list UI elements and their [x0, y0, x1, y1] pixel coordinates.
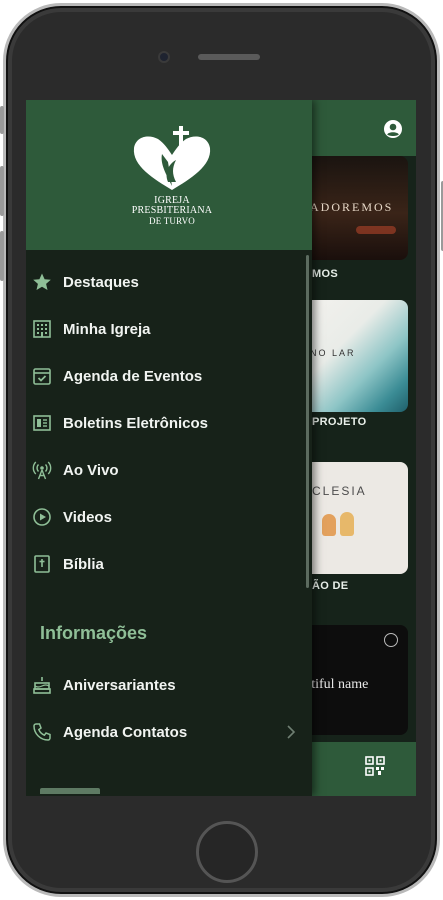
menu-item-label: Aniversariantes	[63, 676, 176, 694]
menu-item-label: Agenda Contatos	[63, 723, 188, 741]
volume-down-button	[0, 231, 4, 281]
volume-up-button	[0, 166, 4, 216]
menu-item-biblia[interactable]: Bíblia	[26, 542, 312, 586]
stage-light	[356, 226, 396, 234]
content-card[interactable]: CLESIA	[296, 462, 408, 574]
menu-item-ao-vivo[interactable]: Ao Vivo	[26, 448, 312, 492]
card-label: MOS	[312, 268, 338, 280]
illustration-person	[322, 514, 336, 536]
card-title: ADOREMOS	[310, 200, 394, 214]
menu-item-minha-igreja[interactable]: Minha Igreja	[26, 307, 312, 351]
logo-text-line3: DE TURVO	[149, 216, 195, 226]
brand-icon	[384, 633, 398, 647]
menu-item-label: Ao Vivo	[63, 461, 119, 479]
drawer-header: IGREJA PRESBITERIANA DE TURVO	[26, 100, 312, 250]
newspaper-icon	[31, 412, 53, 434]
navigation-drawer: IGREJA PRESBITERIANA DE TURVO Destaques …	[26, 100, 312, 796]
logo-emblem-icon	[133, 126, 211, 190]
menu-item-label: Minha Igreja	[63, 320, 151, 338]
card-label: ÃO DE	[312, 580, 349, 592]
play-icon	[31, 506, 53, 528]
menu-item-label: Bíblia	[63, 555, 104, 573]
screen: ADOREMOS MOS NO LAR PROJETO CLESIA ÃO DE…	[26, 100, 416, 796]
menu-item-destaques[interactable]: Destaques	[26, 260, 312, 304]
menu-item-videos[interactable]: Videos	[26, 495, 312, 539]
earpiece-speaker	[198, 54, 260, 60]
content-card[interactable]: NO LAR	[296, 300, 408, 412]
front-camera	[160, 53, 168, 61]
next-section-partial	[40, 788, 100, 796]
card-title: NO LAR	[310, 348, 356, 358]
menu-item-agenda-eventos[interactable]: Agenda de Eventos	[26, 354, 312, 398]
silent-switch	[0, 106, 4, 134]
qr-code-icon[interactable]	[365, 756, 385, 776]
star-icon	[31, 271, 53, 293]
chevron-right-icon	[287, 725, 296, 739]
building-icon	[31, 318, 53, 340]
card-title: CLESIA	[312, 484, 367, 498]
calendar-icon	[31, 365, 53, 387]
content-card[interactable]: autiful name	[296, 625, 408, 735]
section-title-informacoes: Informações	[40, 623, 148, 643]
phone-icon	[31, 721, 53, 743]
broadcast-icon	[31, 459, 53, 481]
menu-item-label: Destaques	[63, 273, 139, 291]
content-card[interactable]: ADOREMOS	[296, 156, 408, 260]
menu-item-label: Agenda de Eventos	[63, 367, 203, 385]
church-logo: IGREJA PRESBITERIANA DE TURVO	[122, 124, 222, 234]
logo-text-line2: PRESBITERIANA	[131, 205, 213, 216]
illustration-person	[340, 512, 354, 536]
cake-icon	[31, 674, 53, 696]
menu-item-label: Boletins Eletrônicos	[63, 414, 209, 432]
menu-item-boletins[interactable]: Boletins Eletrônicos	[26, 401, 312, 445]
menu-item-aniversariantes[interactable]: Aniversariantes	[26, 663, 312, 707]
menu-item-label: Videos	[63, 508, 112, 526]
card-label: PROJETO	[312, 416, 367, 428]
bible-icon	[31, 553, 53, 575]
menu-item-agenda-contatos[interactable]: Agenda Contatos	[26, 710, 312, 754]
home-button[interactable]	[196, 821, 258, 883]
account-icon[interactable]	[383, 119, 403, 139]
